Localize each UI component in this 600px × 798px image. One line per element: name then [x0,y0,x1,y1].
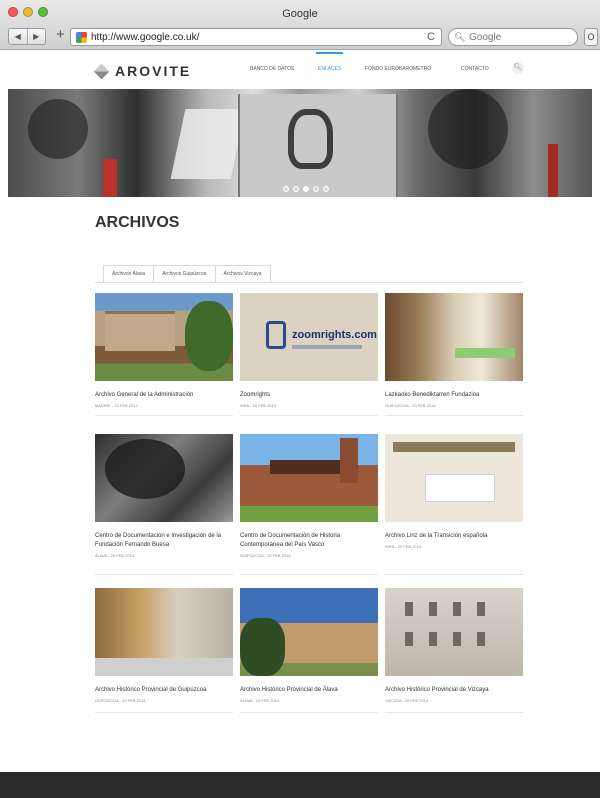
card-meta: GUIPÚZCOA - 20 FEB 2014 [240,553,291,558]
card-image-office[interactable] [385,293,523,381]
card-divider [385,712,523,713]
card-title[interactable]: Centro de Documentación de Historia Cont… [240,532,378,550]
card-title[interactable]: Zoomrights [240,391,378,400]
site-footer [0,772,600,798]
archive-card[interactable]: Centro de Documentación e Investigación … [95,434,233,558]
slider-dot[interactable] [323,186,329,192]
archive-card[interactable]: Archivo Histórico Provincial de Vizcaya … [385,588,523,703]
card-divider [240,712,378,713]
card-image-palace[interactable] [240,434,378,522]
search-icon: 🔍︎ [454,32,466,42]
card-title[interactable]: Archivo Histórico Provincial de Guipúzco… [95,686,233,695]
back-button[interactable]: ◀ [9,29,27,44]
address-bar[interactable]: http://www.google.co.uk/ C [70,28,442,46]
tab-alava[interactable]: Archivos Álava [103,265,155,282]
card-title[interactable]: Archivo Histórico Provincial de Álava [240,686,378,695]
tab-vizcaya[interactable]: Archivos Vizcaya [214,265,271,282]
tab-guipuzcoa[interactable]: Archivos Guipúzcoa [153,265,216,282]
card-meta: WEB - 20 FEB 2014 [385,544,422,549]
card-image-modern-building[interactable] [240,588,378,676]
card-title[interactable]: Archivo General de la Administración [95,391,233,400]
site-logo[interactable]: AROVITE [93,63,192,79]
downloads-button[interactable]: O [584,28,598,46]
browser-toolbar: Google ◀ ▶ + http://www.google.co.uk/ C … [0,0,600,50]
card-divider [95,574,233,575]
hero-crowd-shape [428,89,508,169]
card-image-forest[interactable] [95,434,233,522]
card-divider [240,415,378,416]
slider-dot[interactable] [283,186,289,192]
card-title[interactable]: Archivo Linz de la Transición española [385,532,523,541]
browser-search-input[interactable] [469,31,569,43]
card-meta: GUIPÚZCOA - 20 FEB 2014 [385,403,436,408]
card-meta: ÁLAVA - 20 FEB 2014 [240,698,279,703]
card-image-classic-facade[interactable] [385,588,523,676]
card-meta: MADRID - 20 FEB 2014 [95,403,138,408]
slider-dot[interactable] [293,186,299,192]
archive-card[interactable]: Archivo Histórico Provincial de Álava ÁL… [240,588,378,703]
archive-card[interactable]: Archivo General de la Administración MAD… [95,293,233,408]
window-title: Google [282,8,318,20]
hero-flag-red [548,144,558,197]
tabs-divider [95,282,523,283]
history-buttons: ◀ ▶ [8,28,46,45]
nav-fondo-eurobarometro[interactable]: FONDO EUROBAROMETRO [365,66,431,72]
slider-dots [283,186,329,192]
zoomrights-tagline [292,345,362,349]
hero-crowd-shape [28,99,88,159]
archive-card[interactable]: Lazkaoko Benediktarren Fundazioa GUIPÚZC… [385,293,523,408]
archive-card[interactable]: zoomrights.com Zoomrights WEB - 20 FEB 2… [240,293,378,408]
archive-tabs: Archivos Álava Archivos Guipúzcoa Archiv… [103,265,271,282]
hero-flag-red [103,159,117,197]
card-meta: GUIPÚZCOA - 20 FEB 2014 [95,698,146,703]
url-text: http://www.google.co.uk/ [91,32,200,43]
card-divider [385,415,523,416]
archive-card[interactable]: Centro de Documentación de Historia Cont… [240,434,378,558]
forward-button[interactable]: ▶ [26,29,46,44]
card-divider [95,712,233,713]
new-tab-button[interactable]: + [56,26,65,43]
nav-contacto[interactable]: CONTACTO [461,66,489,72]
nav-banco-de-datos[interactable]: BANCO DE DATOS [250,66,294,72]
logo-text: AROVITE [115,63,192,79]
card-meta: WEB - 20 FEB 2014 [240,403,277,408]
site-search-icon[interactable]: 🔍︎ [512,62,524,74]
favicon-icon [76,32,87,43]
card-meta: ÁLAVA - 20 FEB 2014 [95,553,134,558]
card-title[interactable]: Centro de Documentación e Investigación … [95,532,233,550]
card-image-madrid[interactable] [95,293,233,381]
archive-card[interactable]: Archivo Histórico Provincial de Guipúzco… [95,588,233,703]
card-divider [240,574,378,575]
card-divider [95,415,233,416]
nav-enlaces[interactable]: ENLACES [315,52,344,72]
hero-face-drawing [288,109,333,169]
card-image-archive-interior[interactable] [95,588,233,676]
slider-dot[interactable] [313,186,319,192]
browser-search[interactable]: 🔍︎ [448,28,578,46]
page-title: ARCHIVOS [95,214,180,231]
card-meta: VIZCAYA - 20 FEB 2014 [385,698,429,703]
hero-flag-white [170,109,246,179]
hero-slider [8,89,592,197]
reload-icon[interactable]: C [427,31,435,43]
archive-card[interactable]: Archivo Linz de la Transición española W… [385,434,523,549]
zoomrights-logo-text: zoomrights.com [292,329,377,341]
zoomrights-logo-icon [266,321,286,349]
card-image-zoomrights[interactable]: zoomrights.com [240,293,378,381]
card-title[interactable]: Archivo Histórico Provincial de Vizcaya [385,686,523,695]
card-image-website[interactable] [385,434,523,522]
site-header [0,51,600,89]
slider-dot-active[interactable] [303,186,309,192]
card-divider [385,574,523,575]
logo-cube-icon [93,63,110,79]
card-title[interactable]: Lazkaoko Benediktarren Fundazioa [385,391,523,400]
